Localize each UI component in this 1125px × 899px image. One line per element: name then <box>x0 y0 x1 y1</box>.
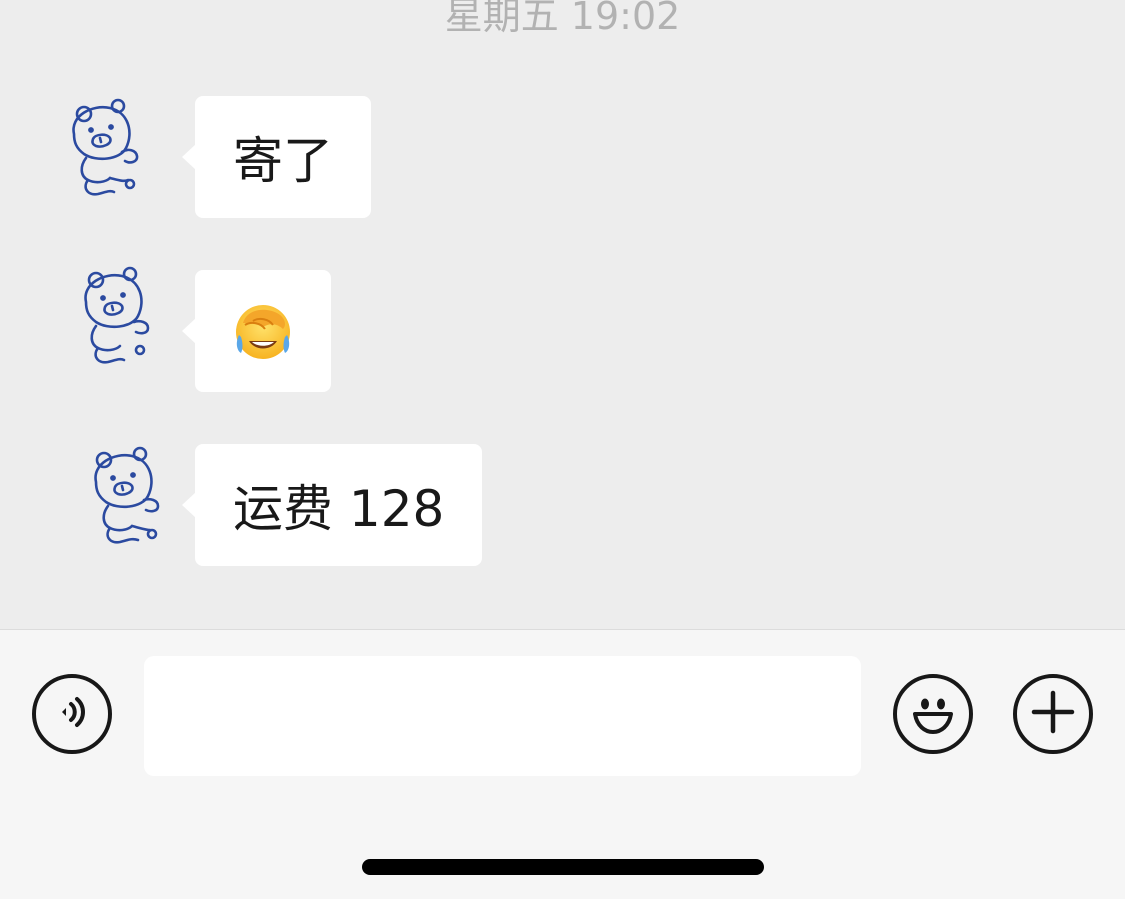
voice-icon <box>52 692 92 736</box>
message-input[interactable] <box>144 656 861 776</box>
message-bubble[interactable]: 运费 128 <box>181 444 483 566</box>
bear-sketch-avatar-icon[interactable] <box>82 446 192 556</box>
plus-icon <box>1028 687 1078 741</box>
message-bubble[interactable] <box>182 270 331 392</box>
bear-sketch-avatar-icon[interactable] <box>74 264 184 374</box>
message-bubble[interactable]: 寄了 <box>182 96 371 218</box>
more-button[interactable] <box>1013 674 1093 754</box>
emoji-button[interactable] <box>893 674 973 754</box>
home-indicator[interactable] <box>362 859 764 875</box>
message-text: 运费 128 <box>233 480 445 538</box>
voice-button[interactable] <box>32 674 112 754</box>
bear-sketch-avatar-icon[interactable] <box>62 96 172 206</box>
facepalm-laughing-emoji-icon <box>233 301 293 361</box>
message-text: 寄了 <box>233 132 333 190</box>
message-row: 寄了 <box>0 96 1125 226</box>
smiley-icon <box>903 682 963 746</box>
chat-timestamp: 星期五 19:02 <box>444 0 681 38</box>
message-row <box>0 266 1125 400</box>
chat-area[interactable]: 星期五 19:02 寄了 运费 128 <box>0 0 1125 629</box>
message-row: 运费 128 <box>0 444 1125 574</box>
